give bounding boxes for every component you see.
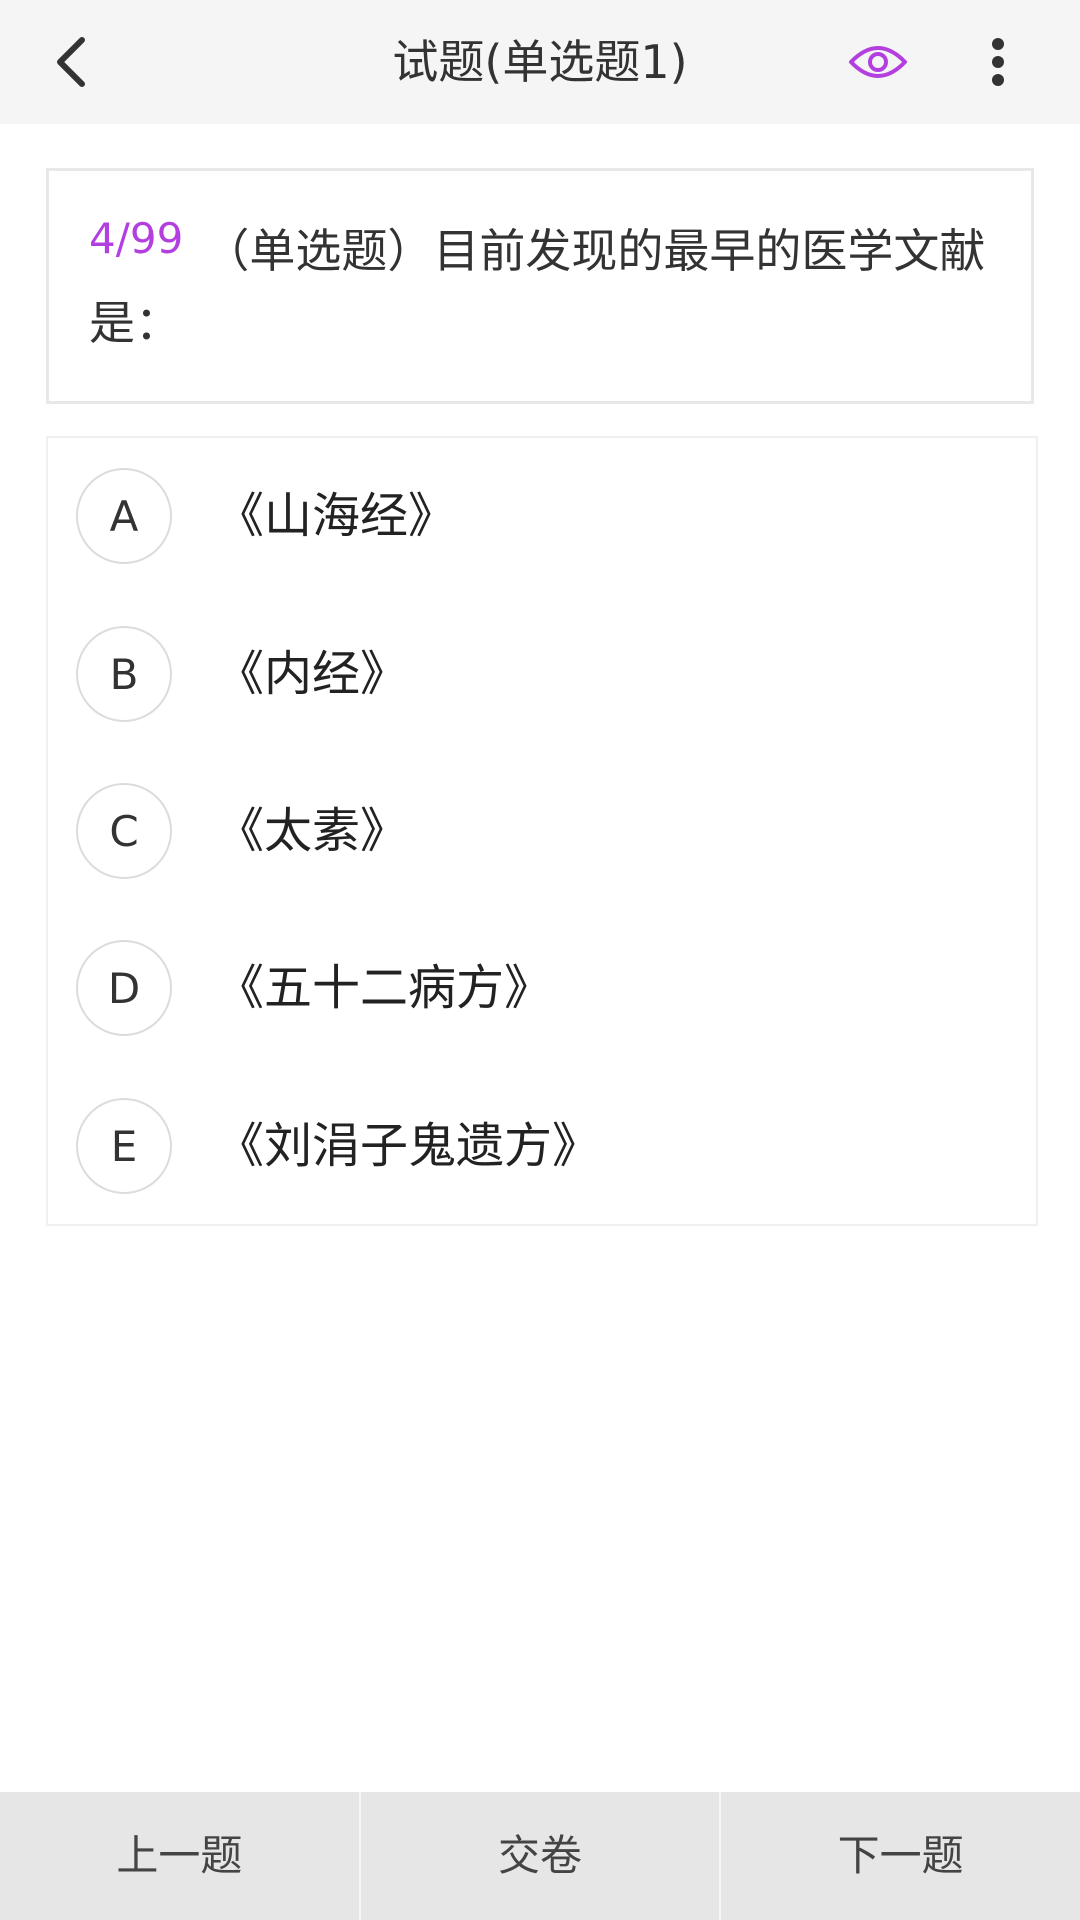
option-a[interactable]: A 《山海经》 <box>48 438 1036 578</box>
option-letter: D <box>76 940 172 1036</box>
option-b[interactable]: B 《内经》 <box>48 596 1036 736</box>
more-options-button[interactable] <box>970 28 1026 96</box>
option-text: 《刘涓子鬼遗方》 <box>216 1118 601 1174</box>
top-bar: 试题(单选题1) <box>0 0 1080 124</box>
submit-button[interactable]: 交卷 <box>360 1792 720 1920</box>
option-text: 《太素》 <box>216 803 409 859</box>
prev-question-button[interactable]: 上一题 <box>0 1792 359 1920</box>
option-letter: E <box>76 1098 172 1194</box>
option-text: 《山海经》 <box>216 488 457 544</box>
question-text: （单选题）目前发现的最早的医学文献是： <box>89 224 986 350</box>
eye-icon <box>849 46 907 78</box>
option-letter: C <box>76 783 172 879</box>
options-list: A 《山海经》 B 《内经》 C 《太素》 D 《五十二病方》 E 《刘涓子鬼遗… <box>46 436 1038 1226</box>
quiz-screen: 试题(单选题1) 4/99 （单选题）目前发现的最早的医学文献是： A 《山海经》… <box>0 0 1080 1920</box>
option-c[interactable]: C 《太素》 <box>48 753 1036 893</box>
option-d[interactable]: D 《五十二病方》 <box>48 910 1036 1050</box>
back-button[interactable] <box>30 24 110 100</box>
next-question-button[interactable]: 下一题 <box>721 1792 1080 1920</box>
option-text: 《五十二病方》 <box>216 960 553 1016</box>
question-index: 4/99 <box>89 214 184 263</box>
question-card: 4/99 （单选题）目前发现的最早的医学文献是： <box>46 168 1034 404</box>
option-letter: A <box>76 468 172 564</box>
bottom-bar: 上一题 交卷 下一题 <box>0 1792 1080 1920</box>
more-vertical-icon <box>992 38 1004 86</box>
show-answer-button[interactable] <box>844 28 912 96</box>
option-text: 《内经》 <box>216 646 409 702</box>
page-title: 试题(单选题1) <box>392 35 688 89</box>
option-e[interactable]: E 《刘涓子鬼遗方》 <box>48 1068 1036 1208</box>
chevron-left-icon <box>57 37 85 87</box>
option-letter: B <box>76 626 172 722</box>
